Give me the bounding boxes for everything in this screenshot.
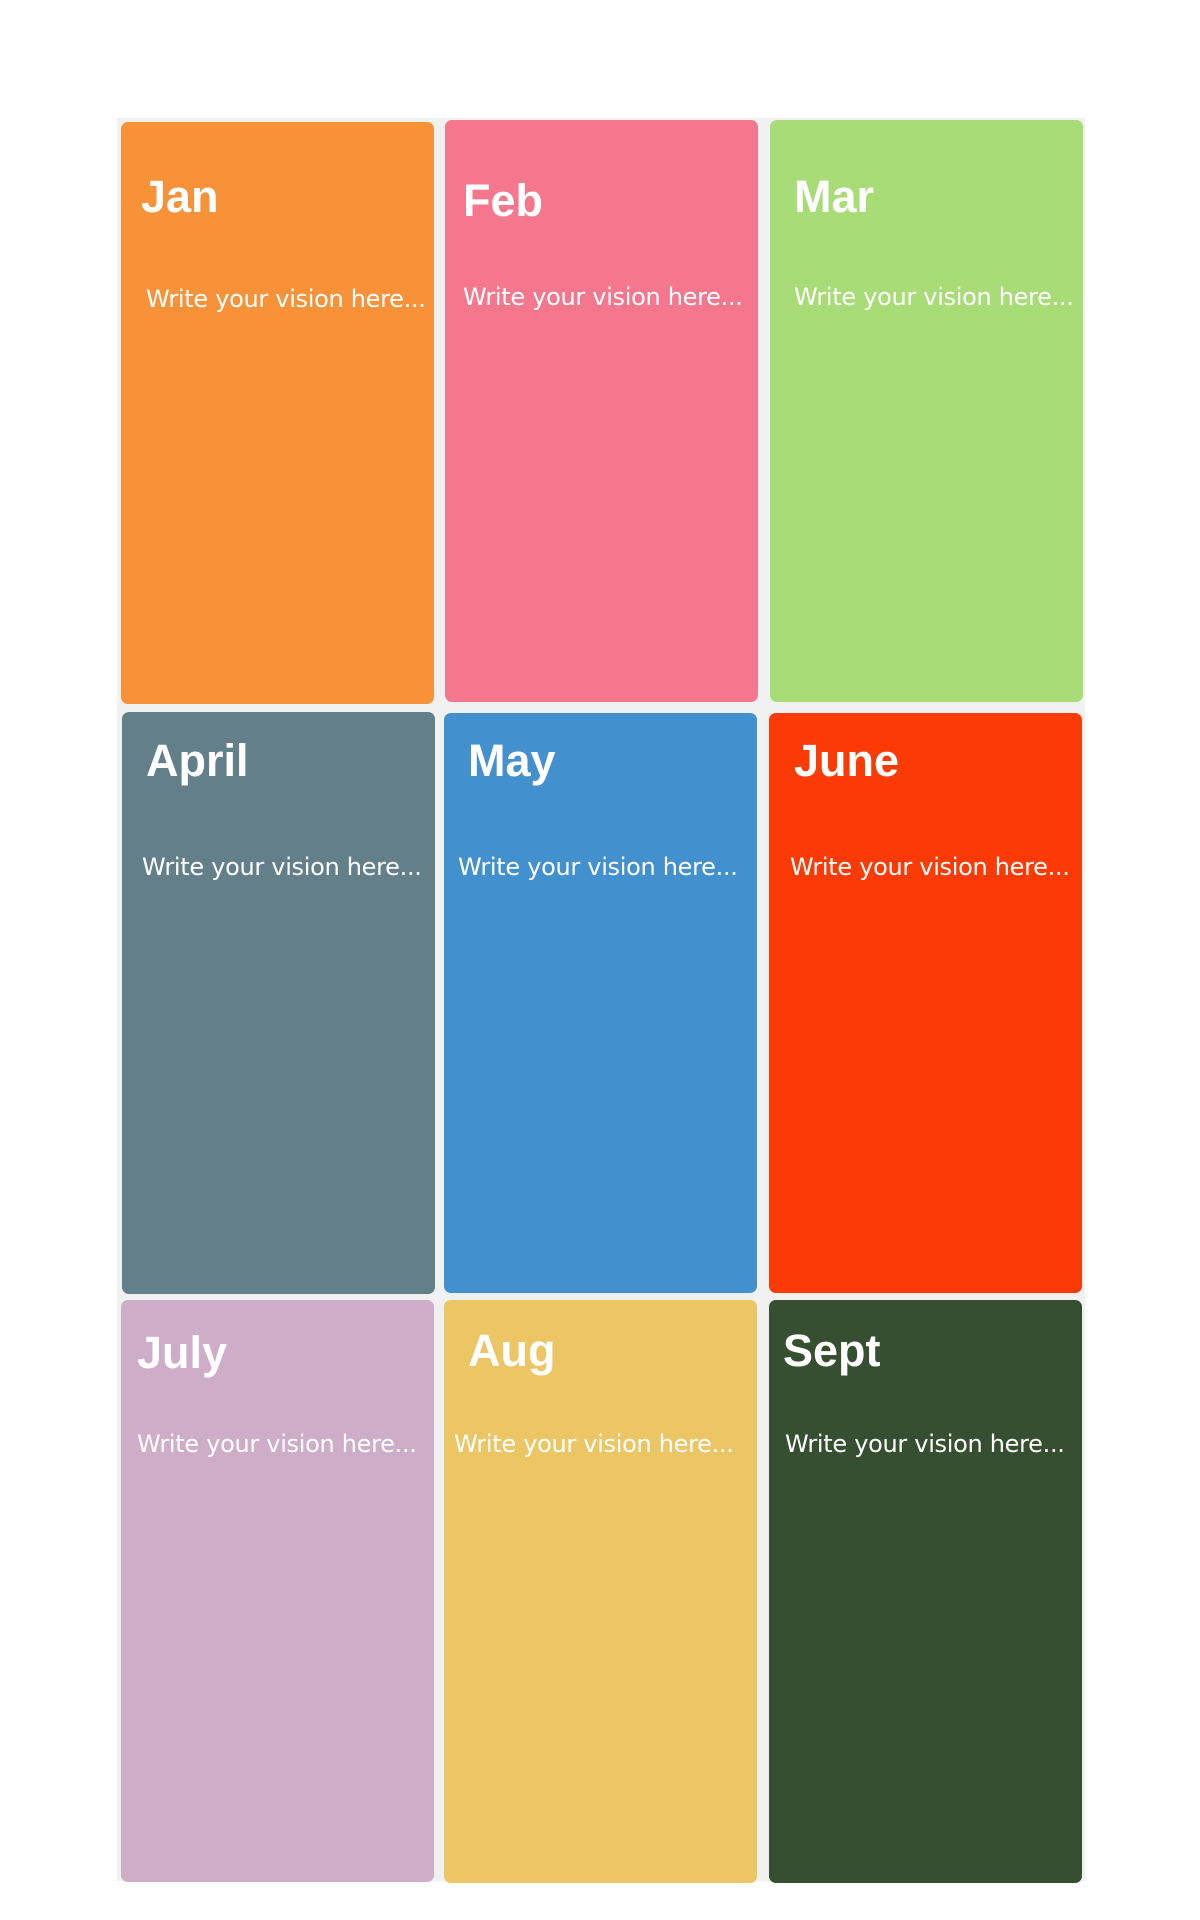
month-card-mar[interactable]: Mar Write your vision here... — [770, 120, 1083, 702]
month-title: April — [146, 735, 249, 786]
vision-text[interactable]: Write your vision here... — [794, 285, 1074, 309]
month-card-sept[interactable]: Sept Write your vision here... — [769, 1300, 1082, 1883]
month-card-feb[interactable]: Feb Write your vision here... — [445, 120, 758, 702]
month-title: Mar — [794, 171, 875, 222]
vision-text[interactable]: Write your vision here... — [785, 1432, 1065, 1456]
vision-text[interactable]: Write your vision here... — [463, 285, 743, 309]
vision-text[interactable]: Write your vision here... — [137, 1432, 417, 1456]
month-title: Jan — [141, 171, 219, 222]
month-card-may[interactable]: May Write your vision here... — [444, 713, 757, 1293]
month-title: May — [468, 735, 556, 786]
month-card-june[interactable]: June Write your vision here... — [769, 713, 1082, 1293]
month-card-july[interactable]: July Write your vision here... — [121, 1300, 434, 1882]
vision-text[interactable]: Write your vision here... — [142, 855, 422, 879]
vision-text[interactable]: Write your vision here... — [146, 287, 426, 311]
month-title: July — [137, 1327, 228, 1378]
vision-text[interactable]: Write your vision here... — [454, 1432, 734, 1456]
month-title: June — [794, 735, 900, 786]
month-title: Sept — [783, 1325, 881, 1376]
month-title: Feb — [463, 175, 544, 226]
vision-text[interactable]: Write your vision here... — [790, 855, 1070, 879]
vision-text[interactable]: Write your vision here... — [458, 855, 738, 879]
month-card-april[interactable]: April Write your vision here... — [122, 712, 435, 1294]
month-card-aug[interactable]: Aug Write your vision here... — [444, 1300, 757, 1883]
month-title: Aug — [468, 1325, 556, 1376]
month-card-jan[interactable]: Jan Write your vision here... — [121, 122, 434, 704]
